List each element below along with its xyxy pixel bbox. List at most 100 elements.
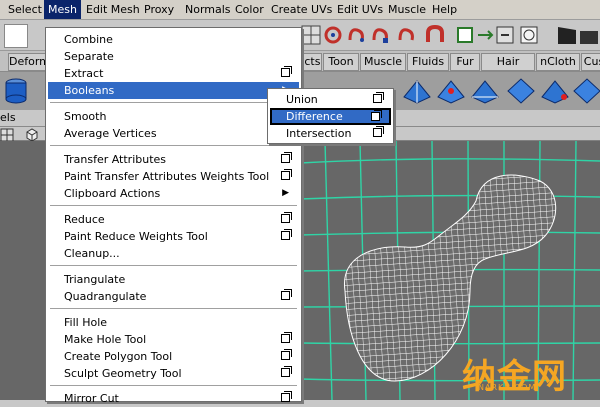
menu-item-paint-reduce-weights[interactable]: Paint Reduce Weights Tool	[48, 228, 299, 245]
menu-item-cleanup[interactable]: Cleanup...	[48, 245, 299, 262]
output-ops-icon[interactable]	[474, 24, 496, 46]
menu-help[interactable]: Help	[428, 0, 461, 19]
snap-grid-icon[interactable]	[300, 24, 322, 46]
menu-item-make-hole-tool[interactable]: Make Hole Tool	[48, 331, 299, 348]
option-box-icon[interactable]	[281, 229, 292, 240]
menu-item-extract[interactable]: Extract	[48, 65, 299, 82]
menu-muscle[interactable]: Muscle	[384, 0, 430, 19]
option-box-icon[interactable]	[373, 126, 384, 137]
submenu-item-difference[interactable]: Difference	[270, 108, 391, 125]
menu-item-label: Smooth	[64, 110, 107, 123]
option-box-icon[interactable]	[281, 66, 292, 77]
menu-item-label: Mirror Cut	[64, 392, 119, 405]
menu-item-smooth[interactable]: Smooth	[48, 108, 299, 125]
menu-item-reduce[interactable]: Reduce	[48, 211, 299, 228]
option-box-icon[interactable]	[281, 349, 292, 360]
menu-bar: Select Mesh Edit Mesh Proxy Normals Colo…	[0, 0, 600, 20]
make-live-icon[interactable]	[396, 24, 418, 46]
menu-edit-mesh[interactable]: Edit Mesh	[82, 0, 144, 19]
option-box-icon[interactable]	[281, 212, 292, 223]
menu-separator	[50, 145, 297, 147]
menu-item-label: Reduce	[64, 213, 105, 226]
snap-curve-icon[interactable]	[322, 24, 344, 46]
tab-muscle[interactable]: Muscle	[360, 53, 406, 71]
poly-tool-icon-3[interactable]	[470, 77, 500, 105]
camera-cube-icon[interactable]	[24, 128, 40, 142]
menu-item-label: Combine	[64, 33, 113, 46]
render-clapper-icon[interactable]	[556, 24, 578, 46]
menu-create-uvs[interactable]: Create UVs	[267, 0, 336, 19]
menu-item-label: Quadrangulate	[64, 290, 147, 303]
grid-toggle-icon[interactable]	[0, 128, 14, 142]
submenu-item-intersection[interactable]: Intersection	[270, 125, 391, 142]
tab-deform[interactable]: Deform	[8, 53, 50, 71]
menu-mesh[interactable]: Mesh	[44, 0, 81, 19]
snap-point-icon[interactable]	[346, 24, 368, 46]
mode-selector-icon[interactable]	[4, 24, 28, 48]
menu-item-booleans[interactable]: Booleans▶	[48, 82, 299, 99]
tab-hair[interactable]: Hair	[481, 53, 535, 71]
construction-history-icon[interactable]	[494, 24, 516, 46]
poly-cylinder-icon[interactable]	[2, 75, 30, 107]
poly-tool-icon-4[interactable]	[506, 77, 536, 105]
menu-item-label: Paint Reduce Weights Tool	[64, 230, 208, 243]
menu-separator	[50, 205, 297, 207]
menu-item-label: Paint Transfer Attributes Weights Tool	[64, 170, 270, 183]
menu-separator	[50, 102, 297, 104]
option-box-icon[interactable]	[373, 92, 384, 103]
poly-tool-icon-5[interactable]	[540, 77, 570, 105]
render-view-icon[interactable]	[518, 24, 540, 46]
snap-magnet-icon[interactable]	[424, 24, 446, 46]
snap-view-plane-icon[interactable]	[370, 24, 392, 46]
option-box-icon[interactable]	[281, 289, 292, 300]
tab-custom[interactable]: Cus	[581, 53, 600, 71]
poly-tool-icon-2[interactable]	[436, 77, 466, 105]
option-box-icon[interactable]	[281, 169, 292, 180]
menu-item-fill-hole[interactable]: Fill Hole	[48, 314, 299, 331]
menu-item-label: Transfer Attributes	[64, 153, 167, 166]
menu-item-separate[interactable]: Separate	[48, 48, 299, 65]
menu-item-triangulate[interactable]: Triangulate	[48, 271, 299, 288]
watermark-sub: NARKII.COM	[478, 383, 537, 392]
menu-item-paint-transfer-attributes[interactable]: Paint Transfer Attributes Weights Tool	[48, 168, 299, 185]
tab-fluids[interactable]: Fluids	[407, 53, 449, 71]
option-box-icon[interactable]	[281, 152, 292, 163]
submenu-arrow-icon: ▶	[282, 188, 289, 198]
menu-separator	[50, 265, 297, 267]
menu-select[interactable]: Select	[4, 0, 46, 19]
tab-fur[interactable]: Fur	[450, 53, 480, 71]
menu-edit-uvs[interactable]: Edit UVs	[333, 0, 387, 19]
menu-proxy[interactable]: Proxy	[140, 0, 178, 19]
menu-color[interactable]: Color	[231, 0, 268, 19]
menu-item-sculpt-geometry-tool[interactable]: Sculpt Geometry Tool	[48, 365, 299, 382]
menu-item-label: Clipboard Actions	[64, 187, 161, 200]
mesh-menu-dropdown: Combine Separate Extract Booleans▶ Smoot…	[45, 27, 302, 405]
poly-tool-icon-6[interactable]	[572, 77, 600, 105]
tab-toon[interactable]: Toon	[323, 53, 359, 71]
menu-item-create-polygon-tool[interactable]: Create Polygon Tool	[48, 348, 299, 365]
ipr-render-icon[interactable]	[578, 24, 600, 46]
menu-item-clipboard-actions[interactable]: Clipboard Actions ▶	[48, 185, 299, 202]
option-box-icon[interactable]	[281, 391, 292, 402]
panel-menu-label[interactable]: els	[0, 111, 16, 125]
menu-item-label: Triangulate	[64, 273, 126, 286]
menu-item-label: Extract	[64, 67, 104, 80]
booleans-submenu: Union Difference Intersection	[267, 88, 394, 144]
input-ops-icon[interactable]	[454, 24, 476, 46]
menu-item-label: Fill Hole	[64, 316, 108, 329]
menu-item-average-vertices[interactable]: Average Vertices	[48, 125, 299, 142]
option-box-icon[interactable]	[281, 366, 292, 377]
menu-item-quadrangulate[interactable]: Quadrangulate	[48, 288, 299, 305]
poly-tool-icon-1[interactable]	[402, 77, 432, 105]
menu-item-label: Average Vertices	[64, 127, 157, 140]
option-box-icon[interactable]	[281, 332, 292, 343]
tab-ncloth[interactable]: nCloth	[536, 53, 580, 71]
option-box-icon[interactable]	[371, 110, 382, 121]
menu-item-transfer-attributes[interactable]: Transfer Attributes	[48, 151, 299, 168]
submenu-item-union[interactable]: Union	[270, 91, 391, 108]
menu-item-mirror-cut[interactable]: Mirror Cut	[48, 390, 299, 407]
submenu-item-label: Union	[286, 93, 318, 106]
submenu-item-label: Difference	[286, 110, 343, 123]
menu-item-combine[interactable]: Combine	[48, 31, 299, 48]
menu-normals[interactable]: Normals	[181, 0, 235, 19]
